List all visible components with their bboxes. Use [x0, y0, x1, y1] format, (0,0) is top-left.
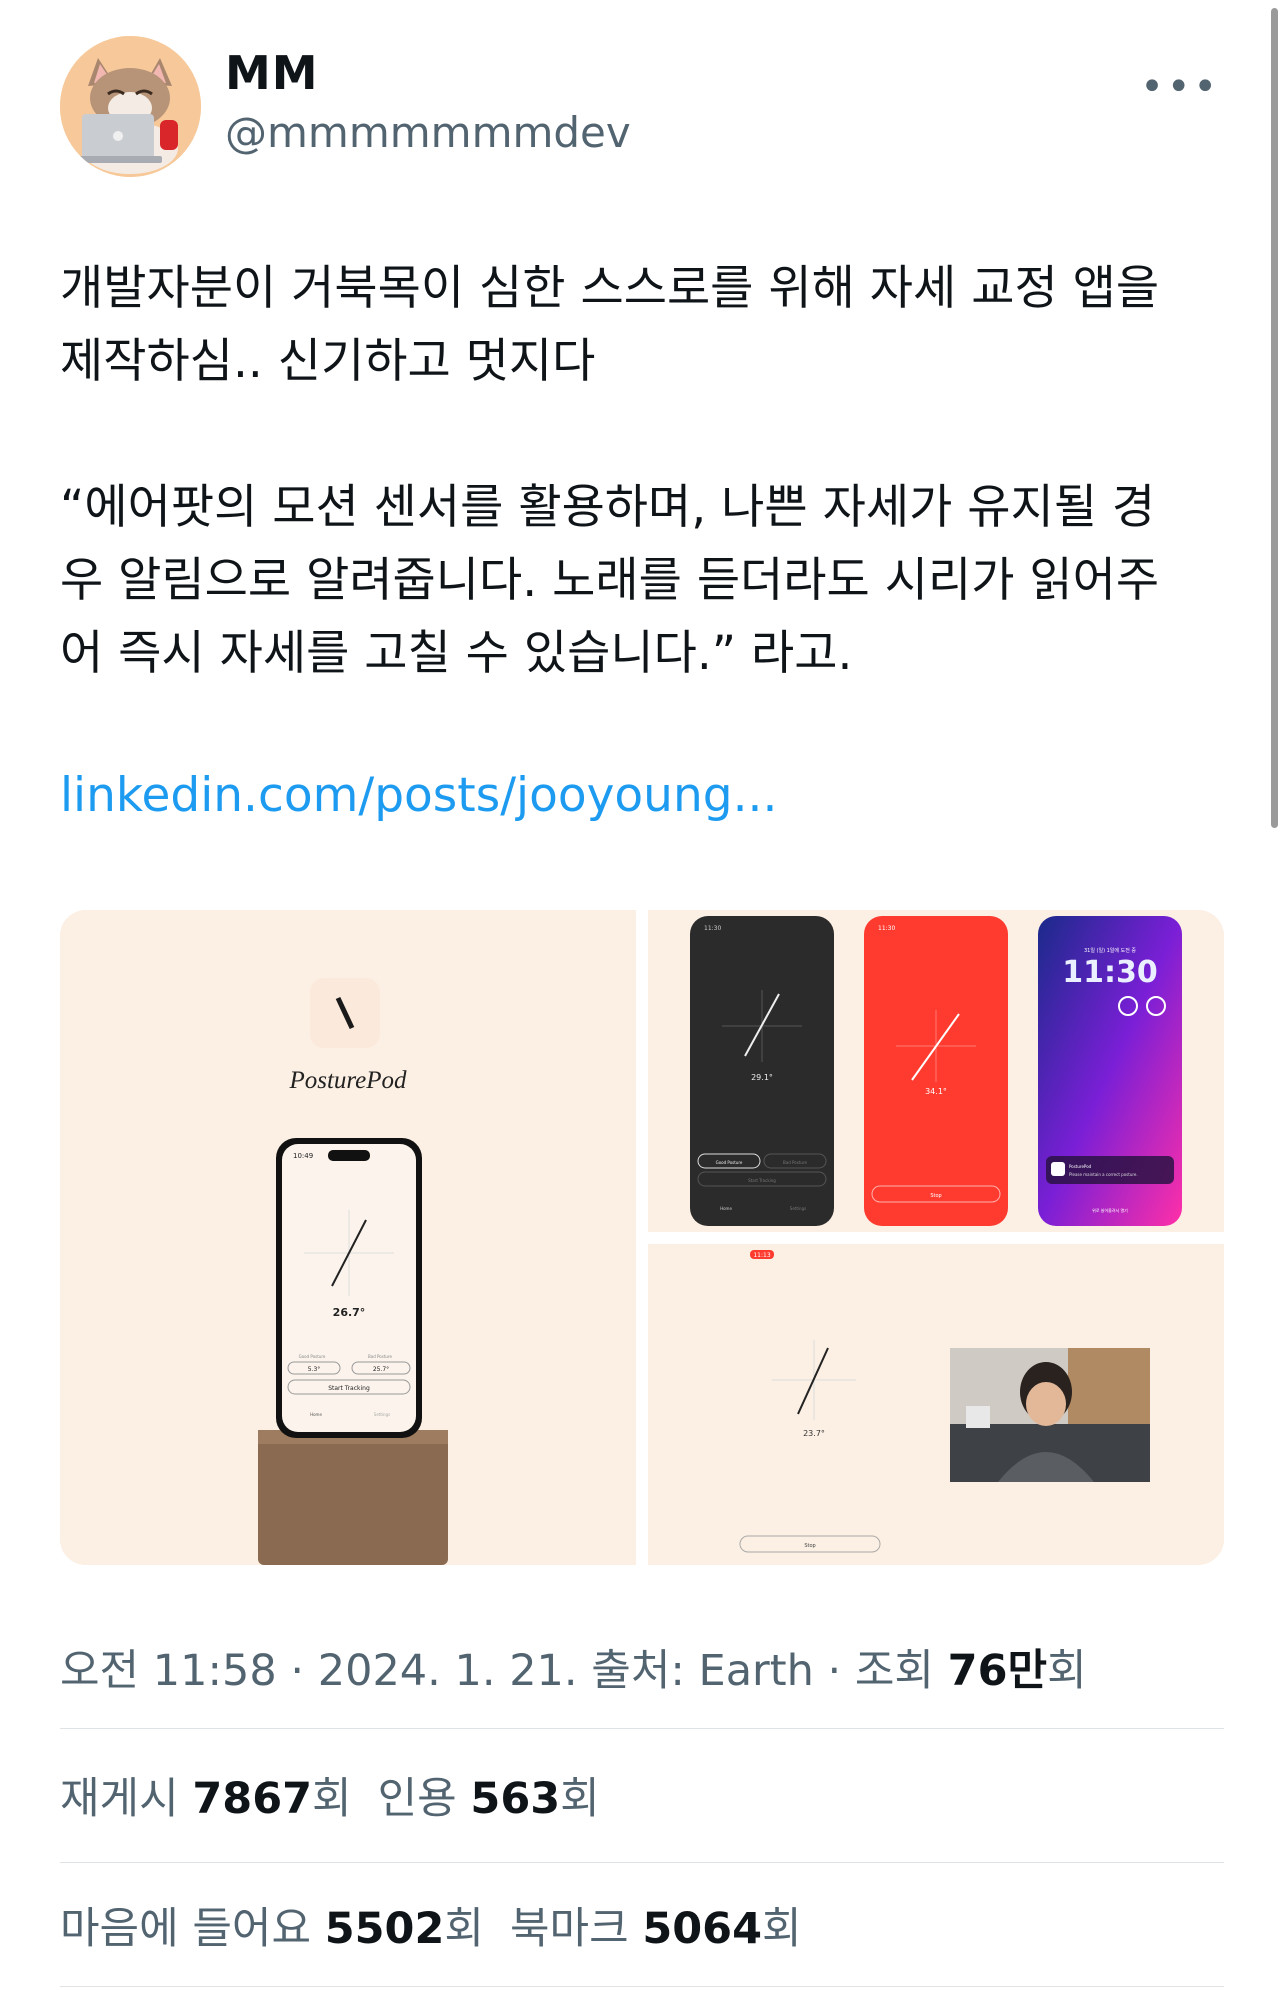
timestamp-date: 2024. 1. 21.: [317, 1646, 578, 1696]
views-suffix: 회: [1047, 1646, 1087, 1696]
media-image-posturepod[interactable]: PosturePod 10:49 26.7° Good Posture Bad …: [60, 910, 636, 1565]
posturepod-product-image: PosturePod 10:49 26.7° Good Posture Bad …: [60, 910, 636, 1565]
svg-text:Start Tracking: Start Tracking: [328, 1385, 370, 1392]
scrollbar[interactable]: [1271, 8, 1278, 828]
views-label: 조회: [854, 1646, 934, 1696]
avatar[interactable]: [60, 36, 201, 177]
svg-text:11:30: 11:30: [704, 925, 721, 932]
svg-text:Home: Home: [720, 1206, 732, 1211]
more-options-icon[interactable]: •••: [1140, 64, 1220, 110]
svg-text:34.1°: 34.1°: [925, 1087, 947, 1096]
svg-text:11:30: 11:30: [1062, 955, 1158, 990]
svg-text:25.7°: 25.7°: [373, 1366, 389, 1373]
svg-text:26.7°: 26.7°: [333, 1306, 366, 1319]
brand-name: PosturePod: [288, 1067, 407, 1094]
svg-text:위로 쓸어올려서 열기: 위로 쓸어올려서 열기: [1092, 1207, 1128, 1213]
svg-text:31일 (일) 1일에 도전 중: 31일 (일) 1일에 도전 중: [1084, 947, 1136, 954]
author-name[interactable]: MM: [225, 46, 319, 100]
svg-text:Good Posture: Good Posture: [299, 1354, 326, 1359]
svg-text:Home: Home: [310, 1412, 322, 1417]
divider: [60, 1862, 1224, 1863]
svg-text:Settings: Settings: [790, 1206, 806, 1211]
svg-text:PosturePod: PosturePod: [1069, 1164, 1092, 1169]
svg-text:Good Posture: Good Posture: [716, 1160, 743, 1165]
tweet-header: MM @mmmmmmmdev •••: [60, 36, 1220, 184]
svg-text:Bad Posture: Bad Posture: [783, 1160, 807, 1165]
divider: [60, 1986, 1224, 1987]
separator: ·: [276, 1646, 318, 1696]
bookmarks-stat[interactable]: 북마크 5064회: [510, 1904, 802, 1954]
tweet-text: 개발자분이 거북목이 심한 스스로를 위해 자세 교정 앱을 제작하심.. 신기…: [60, 261, 1160, 681]
quotes-value: 563: [470, 1774, 561, 1824]
bookmarks-value: 5064: [642, 1904, 762, 1954]
cat-avatar-icon: [60, 36, 201, 177]
svg-text:23.7°: 23.7°: [803, 1429, 825, 1438]
svg-text:Start Tracking: Start Tracking: [748, 1178, 776, 1183]
svg-text:5.3°: 5.3°: [308, 1366, 321, 1373]
likes-suffix: 회: [444, 1904, 484, 1954]
source-label: 출처: Earth: [591, 1646, 814, 1696]
divider: [60, 1728, 1224, 1729]
quotes-suffix: 회: [560, 1774, 600, 1824]
svg-text:Stop: Stop: [930, 1193, 941, 1199]
timestamp-time: 오전 11:58: [60, 1646, 277, 1696]
svg-text:10:49: 10:49: [293, 1152, 313, 1160]
media-image-screens[interactable]: 11:30 29.1° Good Posture Bad Posture Sta…: [648, 910, 1224, 1232]
bookmarks-label: 북마크: [509, 1904, 629, 1954]
svg-text:11:30: 11:30: [878, 925, 895, 932]
tweet-link[interactable]: linkedin.com/posts/jooyoung...: [60, 768, 777, 823]
reposts-value: 7867: [192, 1774, 313, 1824]
quotes-stat[interactable]: 인용 563회: [378, 1774, 600, 1824]
svg-text:Bad Posture: Bad Posture: [368, 1354, 392, 1359]
likes-label: 마음에 들어요: [60, 1904, 312, 1954]
svg-text:Stop: Stop: [804, 1543, 815, 1549]
app-screens-image: 11:30 29.1° Good Posture Bad Posture Sta…: [648, 910, 1224, 1232]
views-value: 76만: [947, 1646, 1048, 1696]
svg-text:11:13: 11:13: [753, 1252, 770, 1259]
likes-stat[interactable]: 마음에 들어요 5502회: [60, 1904, 484, 1954]
reposts-stat[interactable]: 재게시 7867회: [60, 1774, 352, 1824]
likes-value: 5502: [324, 1904, 445, 1954]
stats-row-likes: 마음에 들어요 5502회 북마크 5064회: [60, 1894, 802, 1956]
tweet-timestamp[interactable]: 오전 11:58 · 2024. 1. 21. 출처: Earth · 조회 7…: [60, 1636, 1087, 1698]
bookmarks-suffix: 회: [762, 1904, 802, 1954]
author-handle[interactable]: @mmmmmmmdev: [225, 108, 631, 157]
media-image-desktop[interactable]: 11:13 23.7° Stop: [648, 1244, 1224, 1565]
quotes-label: 인용: [377, 1774, 457, 1824]
svg-text:Settings: Settings: [374, 1412, 390, 1417]
svg-text:Please maintain a correct post: Please maintain a correct posture.: [1069, 1172, 1138, 1177]
reposts-label: 재게시: [60, 1774, 179, 1824]
reposts-suffix: 회: [312, 1774, 352, 1824]
media-grid[interactable]: PosturePod 10:49 26.7° Good Posture Bad …: [60, 910, 1224, 1565]
separator: ·: [813, 1646, 855, 1696]
svg-text:29.1°: 29.1°: [751, 1073, 773, 1082]
stats-row-reposts: 재게시 7867회 인용 563회: [60, 1764, 600, 1826]
desktop-app-image: 11:13 23.7° Stop: [648, 1244, 1224, 1565]
